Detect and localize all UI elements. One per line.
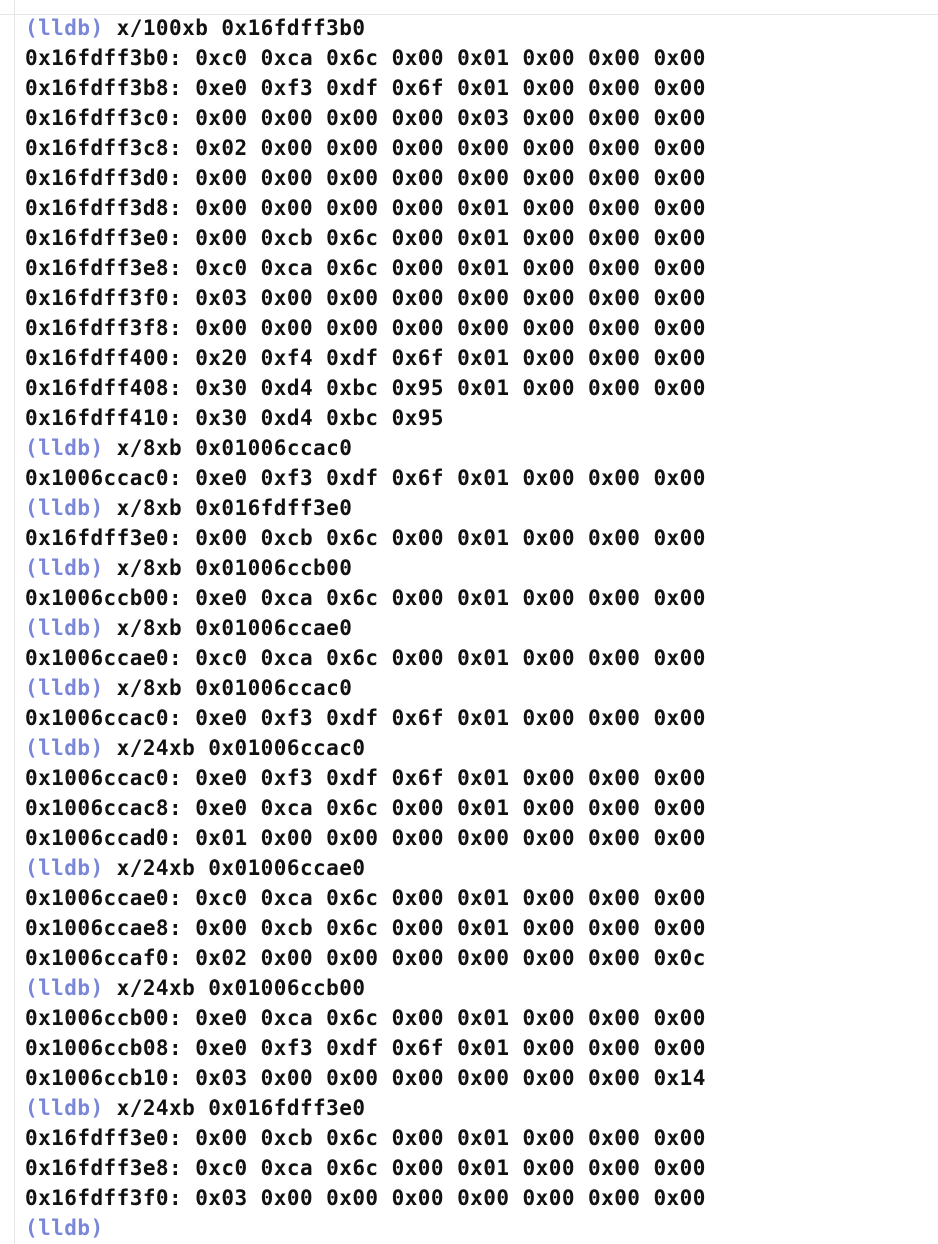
command-text: x/24xb 0x016fdff3e0 (116, 1096, 366, 1120)
memory-dump-line: 0x16fdff3b0: 0xc0 0xca 0x6c 0x00 0x01 0x… (25, 43, 706, 73)
memory-dump-line: 0x16fdff400: 0x20 0xf4 0xdf 0x6f 0x01 0x… (25, 343, 706, 373)
memory-dump-line: 0x16fdff3d8: 0x00 0x00 0x00 0x00 0x01 0x… (25, 193, 706, 223)
lldb-prompt: (lldb) (25, 556, 104, 580)
lldb-prompt: (lldb) (25, 736, 104, 760)
current-prompt-line: (lldb) (25, 1213, 706, 1243)
lldb-console[interactable]: (lldb) x/100xb 0x16fdff3b0 0x16fdff3b0: 0… (0, 0, 938, 1244)
command-line: (lldb) x/8xb 0x01006ccac0 (25, 673, 706, 703)
memory-bytes: 0x16fdff408: 0x30 0xd4 0xbc 0x95 0x01 0x… (25, 376, 706, 400)
memory-dump-line: 0x16fdff3e0: 0x00 0xcb 0x6c 0x00 0x01 0x… (25, 223, 706, 253)
memory-bytes: 0x16fdff3e8: 0xc0 0xca 0x6c 0x00 0x01 0x… (25, 1156, 706, 1180)
memory-dump-line: 0x1006ccae0: 0xc0 0xca 0x6c 0x00 0x01 0x… (25, 883, 706, 913)
lldb-prompt: (lldb) (25, 496, 104, 520)
command-text: x/100xb 0x16fdff3b0 (116, 16, 366, 40)
memory-dump-line: 0x16fdff3f0: 0x03 0x00 0x00 0x00 0x00 0x… (25, 283, 706, 313)
memory-dump-line: 0x16fdff3e8: 0xc0 0xca 0x6c 0x00 0x01 0x… (25, 1153, 706, 1183)
memory-dump-line: 0x1006ccac8: 0xe0 0xca 0x6c 0x00 0x01 0x… (25, 793, 706, 823)
memory-bytes: 0x16fdff3e0: 0x00 0xcb 0x6c 0x00 0x01 0x… (25, 1126, 706, 1150)
command-line: (lldb) x/24xb 0x01006ccb00 (25, 973, 706, 1003)
memory-dump-line: 0x1006ccb00: 0xe0 0xca 0x6c 0x00 0x01 0x… (25, 1003, 706, 1033)
command-text: x/8xb 0x01006ccac0 (116, 436, 353, 460)
memory-bytes: 0x1006ccad0: 0x01 0x00 0x00 0x00 0x00 0x… (25, 826, 706, 850)
memory-dump-line: 0x16fdff3f8: 0x00 0x00 0x00 0x00 0x00 0x… (25, 313, 706, 343)
command-line: (lldb) x/8xb 0x016fdff3e0 (25, 493, 706, 523)
memory-bytes: 0x1006ccac0: 0xe0 0xf3 0xdf 0x6f 0x01 0x… (25, 766, 706, 790)
command-text: x/24xb 0x01006ccb00 (116, 976, 366, 1000)
memory-bytes: 0x1006ccaf0: 0x02 0x00 0x00 0x00 0x00 0x… (25, 946, 706, 970)
memory-dump-line: 0x1006ccb10: 0x03 0x00 0x00 0x00 0x00 0x… (25, 1063, 706, 1093)
lldb-prompt: (lldb) (25, 436, 104, 460)
memory-bytes: 0x1006ccb00: 0xe0 0xca 0x6c 0x00 0x01 0x… (25, 586, 706, 610)
memory-dump-line: 0x16fdff3d0: 0x00 0x00 0x00 0x00 0x00 0x… (25, 163, 706, 193)
memory-bytes: 0x1006ccac0: 0xe0 0xf3 0xdf 0x6f 0x01 0x… (25, 466, 706, 490)
memory-dump-line: 0x16fdff3c8: 0x02 0x00 0x00 0x00 0x00 0x… (25, 133, 706, 163)
console-output: (lldb) x/100xb 0x16fdff3b0 0x16fdff3b0: 0… (25, 13, 706, 1243)
command-line: (lldb) x/24xb 0x01006ccae0 (25, 853, 706, 883)
memory-bytes: 0x16fdff3f0: 0x03 0x00 0x00 0x00 0x00 0x… (25, 1186, 706, 1210)
memory-bytes: 0x16fdff3c8: 0x02 0x00 0x00 0x00 0x00 0x… (25, 136, 706, 160)
memory-dump-line: 0x1006ccb00: 0xe0 0xca 0x6c 0x00 0x01 0x… (25, 583, 706, 613)
memory-dump-line: 0x16fdff3c0: 0x00 0x00 0x00 0x00 0x03 0x… (25, 103, 706, 133)
command-text: x/8xb 0x01006ccae0 (116, 616, 353, 640)
memory-bytes: 0x1006ccae8: 0x00 0xcb 0x6c 0x00 0x01 0x… (25, 916, 706, 940)
memory-bytes: 0x16fdff3d0: 0x00 0x00 0x00 0x00 0x00 0x… (25, 166, 706, 190)
memory-dump-line: 0x1006ccac0: 0xe0 0xf3 0xdf 0x6f 0x01 0x… (25, 463, 706, 493)
command-text: x/8xb 0x016fdff3e0 (116, 496, 353, 520)
memory-dump-line: 0x1006ccac0: 0xe0 0xf3 0xdf 0x6f 0x01 0x… (25, 703, 706, 733)
command-text: x/24xb 0x01006ccae0 (116, 856, 366, 880)
memory-dump-line: 0x16fdff3f0: 0x03 0x00 0x00 0x00 0x00 0x… (25, 1183, 706, 1213)
memory-dump-line: 0x16fdff3e0: 0x00 0xcb 0x6c 0x00 0x01 0x… (25, 1123, 706, 1153)
lldb-prompt: (lldb) (25, 976, 104, 1000)
memory-bytes: 0x1006ccb00: 0xe0 0xca 0x6c 0x00 0x01 0x… (25, 1006, 706, 1030)
memory-dump-line: 0x16fdff3e0: 0x00 0xcb 0x6c 0x00 0x01 0x… (25, 523, 706, 553)
memory-dump-line: 0x1006ccb08: 0xe0 0xf3 0xdf 0x6f 0x01 0x… (25, 1033, 706, 1063)
lldb-prompt: (lldb) (25, 616, 104, 640)
memory-dump-line: 0x16fdff3b8: 0xe0 0xf3 0xdf 0x6f 0x01 0x… (25, 73, 706, 103)
command-line: (lldb) x/8xb 0x01006ccae0 (25, 613, 706, 643)
memory-bytes: 0x16fdff410: 0x30 0xd4 0xbc 0x95 (25, 406, 444, 430)
memory-bytes: 0x16fdff3b8: 0xe0 0xf3 0xdf 0x6f 0x01 0x… (25, 76, 706, 100)
memory-bytes: 0x16fdff3c0: 0x00 0x00 0x00 0x00 0x03 0x… (25, 106, 706, 130)
memory-bytes: 0x16fdff3f0: 0x03 0x00 0x00 0x00 0x00 0x… (25, 286, 706, 310)
command-line: (lldb) x/24xb 0x016fdff3e0 (25, 1093, 706, 1123)
memory-bytes: 0x1006ccb10: 0x03 0x00 0x00 0x00 0x00 0x… (25, 1066, 706, 1090)
lldb-prompt: (lldb) (25, 1216, 104, 1240)
memory-dump-line: 0x16fdff3e8: 0xc0 0xca 0x6c 0x00 0x01 0x… (25, 253, 706, 283)
memory-bytes: 0x1006ccac8: 0xe0 0xca 0x6c 0x00 0x01 0x… (25, 796, 706, 820)
command-text: x/8xb 0x01006ccb00 (116, 556, 353, 580)
lldb-prompt: (lldb) (25, 856, 104, 880)
memory-dump-line: 0x1006ccae0: 0xc0 0xca 0x6c 0x00 0x01 0x… (25, 643, 706, 673)
command-line: (lldb) x/8xb 0x01006ccac0 (25, 433, 706, 463)
memory-dump-line: 0x1006ccae8: 0x00 0xcb 0x6c 0x00 0x01 0x… (25, 913, 706, 943)
memory-bytes: 0x1006ccae0: 0xc0 0xca 0x6c 0x00 0x01 0x… (25, 886, 706, 910)
memory-bytes: 0x16fdff3e0: 0x00 0xcb 0x6c 0x00 0x01 0x… (25, 526, 706, 550)
memory-bytes: 0x1006ccb08: 0xe0 0xf3 0xdf 0x6f 0x01 0x… (25, 1036, 706, 1060)
memory-dump-line: 0x1006ccaf0: 0x02 0x00 0x00 0x00 0x00 0x… (25, 943, 706, 973)
memory-bytes: 0x16fdff3e8: 0xc0 0xca 0x6c 0x00 0x01 0x… (25, 256, 706, 280)
command-line: (lldb) x/8xb 0x01006ccb00 (25, 553, 706, 583)
command-text: x/24xb 0x01006ccac0 (116, 736, 366, 760)
lldb-prompt: (lldb) (25, 676, 104, 700)
memory-dump-line: 0x1006ccad0: 0x01 0x00 0x00 0x00 0x00 0x… (25, 823, 706, 853)
memory-bytes: 0x16fdff3d8: 0x00 0x00 0x00 0x00 0x01 0x… (25, 196, 706, 220)
left-gutter-divider (14, 0, 15, 1244)
memory-dump-line: 0x16fdff408: 0x30 0xd4 0xbc 0x95 0x01 0x… (25, 373, 706, 403)
memory-bytes: 0x16fdff400: 0x20 0xf4 0xdf 0x6f 0x01 0x… (25, 346, 706, 370)
memory-bytes: 0x16fdff3b0: 0xc0 0xca 0x6c 0x00 0x01 0x… (25, 46, 706, 70)
memory-dump-line: 0x16fdff410: 0x30 0xd4 0xbc 0x95 (25, 403, 706, 433)
memory-bytes: 0x1006ccac0: 0xe0 0xf3 0xdf 0x6f 0x01 0x… (25, 706, 706, 730)
memory-dump-line: 0x1006ccac0: 0xe0 0xf3 0xdf 0x6f 0x01 0x… (25, 763, 706, 793)
memory-bytes: 0x1006ccae0: 0xc0 0xca 0x6c 0x00 0x01 0x… (25, 646, 706, 670)
lldb-prompt: (lldb) (25, 16, 104, 40)
command-text: x/8xb 0x01006ccac0 (116, 676, 353, 700)
memory-bytes: 0x16fdff3e0: 0x00 0xcb 0x6c 0x00 0x01 0x… (25, 226, 706, 250)
memory-bytes: 0x16fdff3f8: 0x00 0x00 0x00 0x00 0x00 0x… (25, 316, 706, 340)
command-line: (lldb) x/100xb 0x16fdff3b0 (25, 13, 706, 43)
command-line: (lldb) x/24xb 0x01006ccac0 (25, 733, 706, 763)
lldb-prompt: (lldb) (25, 1096, 104, 1120)
